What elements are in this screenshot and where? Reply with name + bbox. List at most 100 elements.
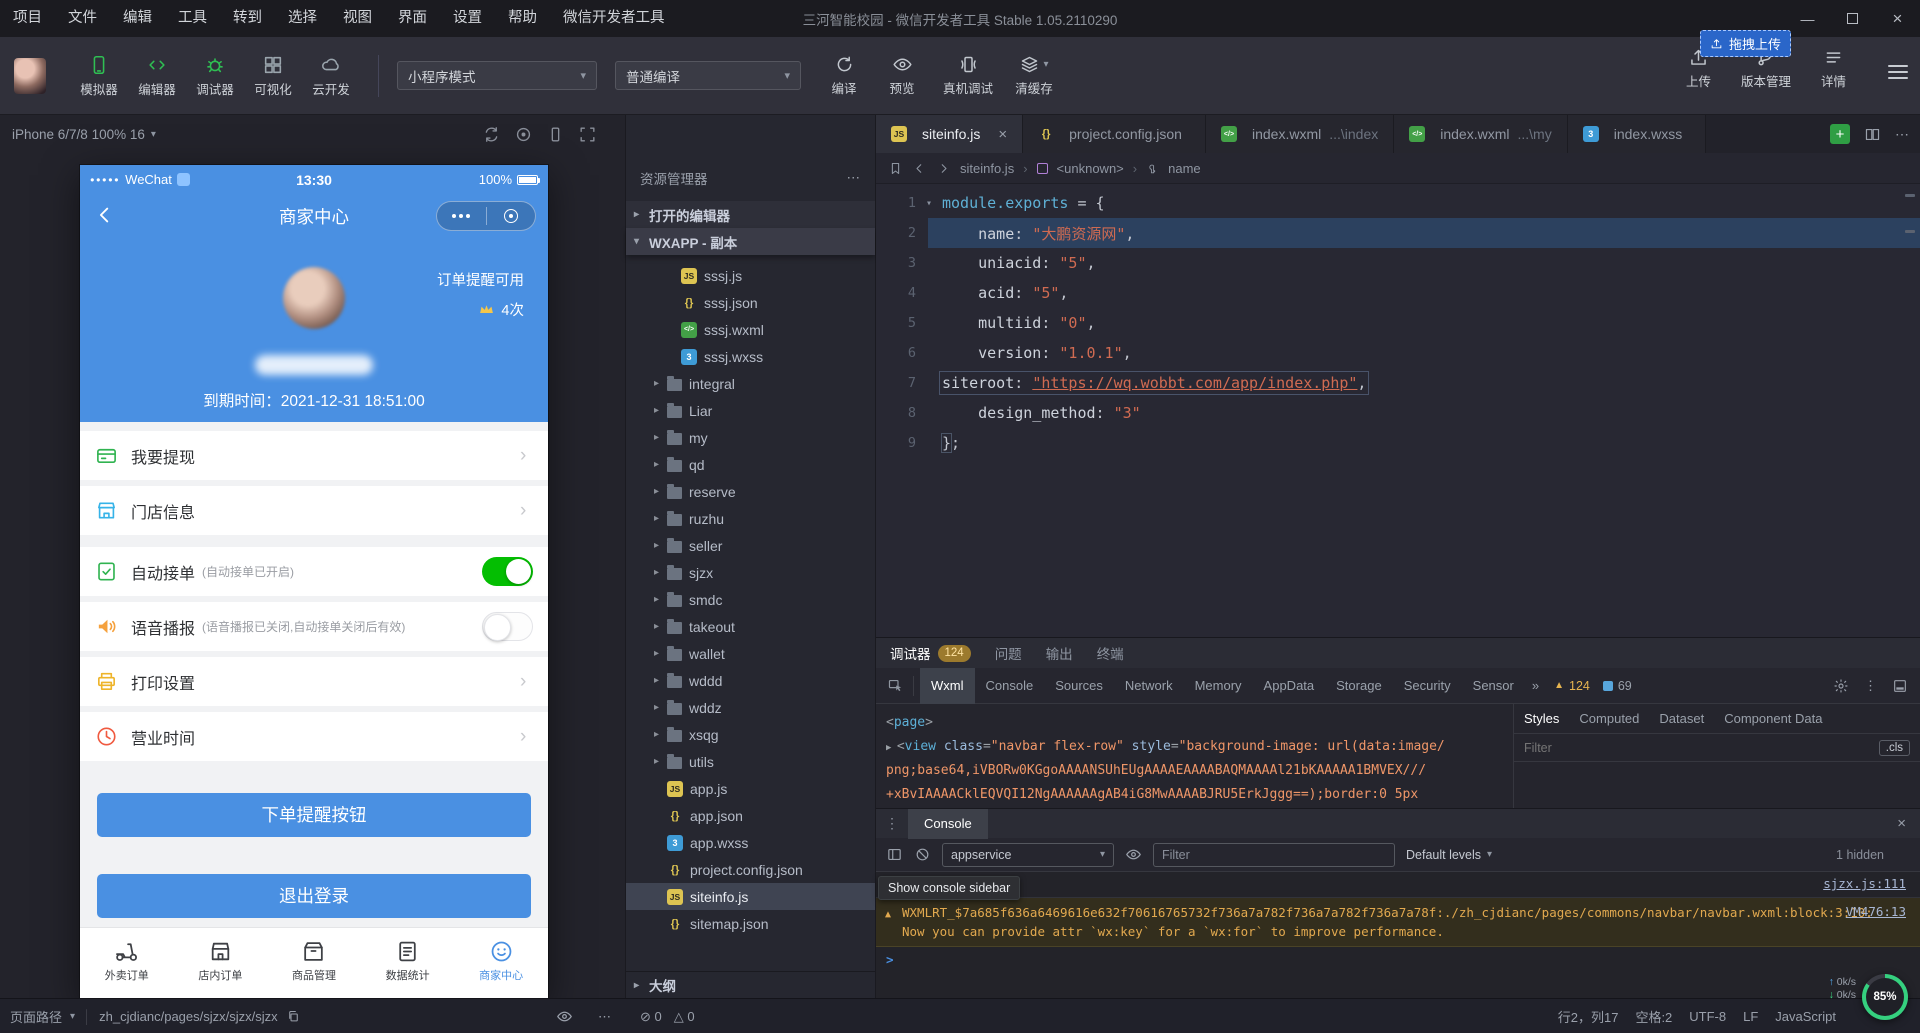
compile-button[interactable]: 编译 <box>815 54 873 97</box>
tree-item[interactable]: sssj.wxml <box>626 316 875 343</box>
tab-takeout-orders[interactable]: 外卖订单 <box>80 928 174 993</box>
debugger-button[interactable]: 调试器 <box>186 54 244 98</box>
tab-goods-management[interactable]: 商品管理 <box>267 928 361 993</box>
menu-row-print-settings[interactable]: 打印设置 › <box>80 657 548 706</box>
code-editor[interactable]: 1▾module.exports = {2 name: "大鹏资源网",3 un… <box>876 184 1920 637</box>
menu-item[interactable]: 设置 <box>440 0 495 37</box>
bookmark-icon[interactable] <box>888 161 903 176</box>
console-sidebar-icon[interactable] <box>886 846 903 863</box>
styles-filter-input[interactable] <box>1524 741 1879 755</box>
tab-more-icon[interactable]: ⋯ <box>1895 126 1910 143</box>
tree-item[interactable]: app.wxss <box>626 829 875 856</box>
mode-dropdown[interactable]: 小程序模式 <box>397 61 597 90</box>
indentation[interactable]: 空格:2 <box>1635 1007 1672 1026</box>
maximize-button[interactable] <box>1830 0 1875 37</box>
page-path-dropdown[interactable]: 页面路径 <box>10 1007 62 1026</box>
device-frame-icon[interactable] <box>546 125 565 144</box>
compile-mode-dropdown[interactable]: 普通编译 <box>615 61 801 90</box>
tree-item[interactable]: wddz <box>626 694 875 721</box>
explorer-more-icon[interactable]: ⋯ <box>847 170 862 186</box>
wxml-tree[interactable]: <page>▶ <view class="navbar flex-row" st… <box>876 704 1514 808</box>
editor-tab[interactable]: index.wxss <box>1568 115 1706 153</box>
section-outline[interactable]: ▸ 大纲 <box>626 971 875 998</box>
devtools-tab[interactable]: Console <box>975 668 1045 704</box>
styles-tab[interactable]: Styles <box>1514 704 1569 734</box>
new-file-button[interactable]: + <box>1830 124 1850 144</box>
language-mode[interactable]: JavaScript <box>1775 1009 1836 1024</box>
preview-button[interactable]: 预览 <box>873 54 931 97</box>
fullscreen-corners-icon[interactable] <box>578 125 597 144</box>
editor-button[interactable]: 编辑器 <box>128 54 186 98</box>
overflow-tabs-icon[interactable]: » <box>1525 678 1546 693</box>
source-link[interactable]: sjzx.js:111 <box>1823 876 1906 891</box>
tree-item[interactable]: app.js <box>626 775 875 802</box>
styles-tab[interactable]: Dataset <box>1649 704 1714 734</box>
devtools-tab[interactable]: Sensor <box>1462 668 1525 704</box>
editor-tab[interactable]: index.wxml ...\index <box>1206 115 1394 153</box>
encoding[interactable]: UTF-8 <box>1689 1009 1726 1024</box>
merchant-avatar[interactable] <box>283 267 345 329</box>
nav-back-icon[interactable] <box>912 161 927 176</box>
section-project-root[interactable]: ▾ WXAPP - 副本 <box>626 228 875 255</box>
cloud-dev-button[interactable]: 云开发 <box>302 54 360 98</box>
minimize-button[interactable]: — <box>1785 0 1830 37</box>
statusbar-more-icon[interactable]: ⋯ <box>598 999 612 1033</box>
panel-tab[interactable]: 问题 <box>995 643 1022 663</box>
menu-item[interactable]: 帮助 <box>495 0 550 37</box>
devtools-tab[interactable]: Storage <box>1325 668 1393 704</box>
close-miniprogram-button[interactable] <box>487 209 536 223</box>
menu-row-voice-broadcast[interactable]: 语音播报 (语音播报已关闭,自动接单关闭后有效) <box>80 602 548 651</box>
tree-item[interactable]: xsqg <box>626 721 875 748</box>
clear-cache-button[interactable]: ▾ 清缓存 <box>1005 54 1063 97</box>
console-tab[interactable]: Console <box>908 809 988 839</box>
visualizer-button[interactable]: 可视化 <box>244 54 302 98</box>
tree-item[interactable]: reserve <box>626 478 875 505</box>
problems-indicator[interactable]: ⊘ 0 △ 0 <box>640 999 695 1033</box>
menu-row-store-info[interactable]: 门店信息 › <box>80 486 548 535</box>
more-menu-button[interactable] <box>437 214 486 218</box>
menu-item[interactable]: 文件 <box>55 0 110 37</box>
menu-item[interactable]: 项目 <box>0 0 55 37</box>
styles-tab[interactable]: Computed <box>1569 704 1649 734</box>
tree-item[interactable]: project.config.json <box>626 856 875 883</box>
tree-item[interactable]: utils <box>626 748 875 775</box>
dock-panel-icon[interactable] <box>1892 678 1908 694</box>
user-avatar[interactable] <box>14 58 46 94</box>
details-button[interactable]: 详情 <box>1821 47 1846 90</box>
close-drawer-icon[interactable]: × <box>1897 815 1906 832</box>
eol[interactable]: LF <box>1743 1009 1758 1024</box>
tree-item[interactable]: sssj.js <box>626 262 875 289</box>
real-device-debug-button[interactable]: 真机调试 <box>931 54 1005 97</box>
tab-merchant-center[interactable]: 商家中心 <box>454 928 548 993</box>
tree-item[interactable]: sitemap.json <box>626 910 875 937</box>
gear-icon[interactable] <box>1833 678 1849 694</box>
menu-row-withdraw[interactable]: 我要提现 › <box>80 431 548 480</box>
devtools-tab[interactable]: AppData <box>1253 668 1326 704</box>
console-prompt[interactable]: > <box>886 952 894 967</box>
back-arrow-icon[interactable] <box>94 204 116 226</box>
menu-item[interactable]: 转到 <box>220 0 275 37</box>
source-link[interactable]: VM476:13 <box>1846 902 1906 921</box>
memory-usage-indicator[interactable]: 85% <box>1862 974 1908 1020</box>
menu-item[interactable]: 微信开发者工具 <box>550 0 678 37</box>
tree-item[interactable]: wddd <box>626 667 875 694</box>
tree-item[interactable]: integral <box>626 370 875 397</box>
menu-row-auto-accept[interactable]: 自动接单 (自动接单已开启) <box>80 547 548 596</box>
tree-item[interactable]: app.json <box>626 802 875 829</box>
close-button[interactable]: × <box>1875 0 1920 37</box>
tree-item[interactable]: sssj.wxss <box>626 343 875 370</box>
devtools-tab[interactable]: Memory <box>1184 668 1253 704</box>
menu-item[interactable]: 工具 <box>165 0 220 37</box>
tree-item[interactable]: sssj.json <box>626 289 875 316</box>
menu-hamburger-icon[interactable] <box>1888 61 1908 83</box>
eye-icon[interactable] <box>1125 846 1142 863</box>
styles-tab[interactable]: Component Data <box>1714 704 1832 734</box>
tab-instore-orders[interactable]: 店内订单 <box>174 928 268 993</box>
tree-item[interactable]: ruzhu <box>626 505 875 532</box>
tree-item[interactable]: takeout <box>626 613 875 640</box>
tree-item[interactable]: smdc <box>626 586 875 613</box>
editor-tab[interactable]: index.wxml ...\my <box>1394 115 1567 153</box>
console-filter-input[interactable] <box>1153 843 1395 867</box>
split-editor-icon[interactable] <box>1864 126 1881 143</box>
menu-item[interactable]: 视图 <box>330 0 385 37</box>
